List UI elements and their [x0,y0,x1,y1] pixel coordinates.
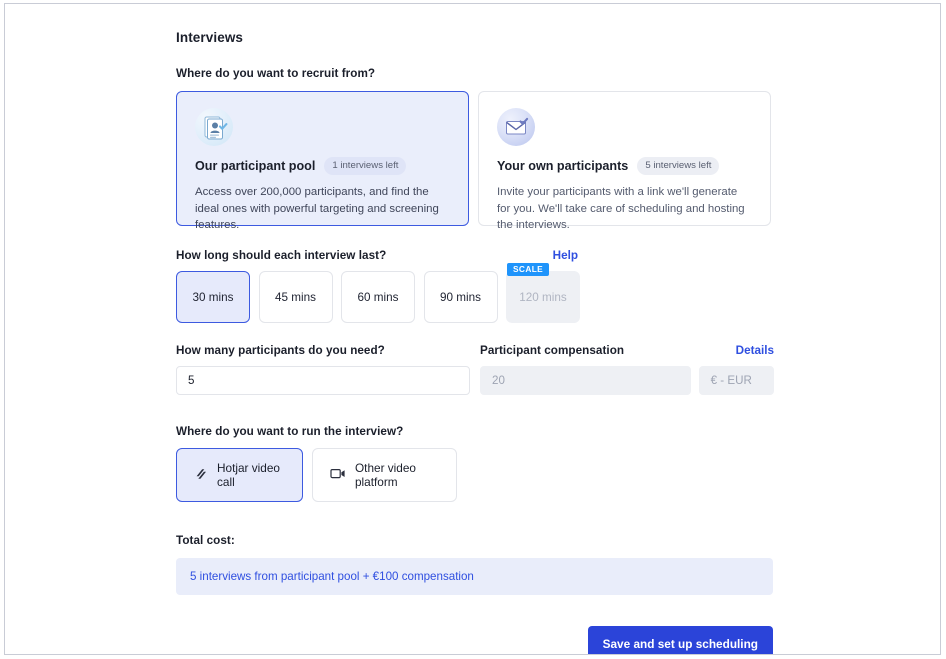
compensation-amount-input: 20 [480,366,691,395]
platform-option-label: Hotjar video call [217,461,280,489]
compensation-group: Participant compensation Details 20 € - … [480,344,774,395]
total-cost-summary: 5 interviews from participant pool + €10… [176,558,773,595]
recruit-option-description: Access over 200,000 participants, and fi… [195,186,439,231]
duration-option-label: 45 mins [275,290,316,304]
duration-option-label: 30 mins [192,290,234,304]
interviews-form: Interviews Where do you want to recruit … [176,4,796,654]
recruit-source-options: Our participant pool 1 interviews left A… [176,91,796,231]
recruit-option-participant-pool[interactable]: Our participant pool 1 interviews left A… [176,91,469,231]
platform-option-hotjar[interactable]: Hotjar video call [176,448,303,502]
recruit-option-title: Your own participants [497,159,629,173]
platform-option-label: Other video platform [355,461,416,489]
compensation-fields: 20 € - EUR [480,357,774,395]
interviews-left-badge: 1 interviews left [324,157,407,175]
recruit-option-description: Invite your participants with a link we'… [497,186,745,231]
duration-option-60[interactable]: 60 mins [341,271,415,323]
compensation-currency-select: € - EUR [698,366,774,395]
participant-pool-icon [195,108,233,146]
recruit-option-title: Our participant pool [195,159,316,173]
compensation-currency-value: € - EUR [710,374,752,387]
details-link[interactable]: Details [736,344,774,357]
compensation-label: Participant compensation [480,344,625,357]
scale-plan-badge: SCALE [507,263,550,276]
duration-options: 30 mins 45 mins 60 mins 90 mins SCALE 12… [176,263,796,323]
total-cost-group: Total cost: 5 interviews from participan… [176,534,796,595]
platform-options: Hotjar video call Other video platform [176,448,796,502]
duration-option-30[interactable]: 30 mins [176,271,250,323]
duration-option-90[interactable]: 90 mins [423,271,498,323]
save-and-schedule-button[interactable]: Save and set up scheduling [587,626,773,654]
total-cost-summary-text: 5 interviews from participant pool + €10… [190,570,474,583]
hotjar-logo-icon [194,467,208,484]
duration-label: How long should each interview last? [176,249,387,262]
compensation-amount-value: 20 [492,374,505,387]
participants-value: 5 [188,374,195,387]
video-camera-icon [330,467,346,483]
recruit-option-own-participants[interactable]: Your own participants 5 interviews left … [478,91,771,231]
duration-option-label: 90 mins [440,290,481,304]
recruit-source-label: Where do you want to recruit from? [176,67,376,80]
recruit-option-header: Your own participants 5 interviews left [497,157,752,175]
participants-label: How many participants do you need? [176,344,385,357]
envelope-icon [497,108,535,146]
total-cost-label: Total cost: [176,534,235,547]
participants-compensation-row: How many participants do you need? 5 Par… [176,344,796,395]
help-link[interactable]: Help [553,249,578,262]
duration-option-120-disabled: SCALE 120 mins [506,263,580,323]
form-footer: Save and set up scheduling [176,626,773,654]
interviews-left-badge: 5 interviews left [637,157,720,175]
duration-option-label: 60 mins [357,290,399,304]
recruit-option-header: Our participant pool 1 interviews left [195,157,450,175]
duration-option-label: 120 mins [519,290,567,304]
compensation-header: Participant compensation Details [480,344,774,357]
duration-header: How long should each interview last? Hel… [176,249,578,262]
app-window: Interviews Where do you want to recruit … [4,3,941,655]
participants-group: How many participants do you need? 5 [176,344,470,395]
page-title: Interviews [176,30,244,45]
platform-group: Where do you want to run the interview? … [176,425,796,502]
participants-input[interactable]: 5 [176,366,470,395]
platform-option-other[interactable]: Other video platform [312,448,457,502]
duration-option-45[interactable]: 45 mins [258,271,333,323]
platform-label: Where do you want to run the interview? [176,425,404,438]
